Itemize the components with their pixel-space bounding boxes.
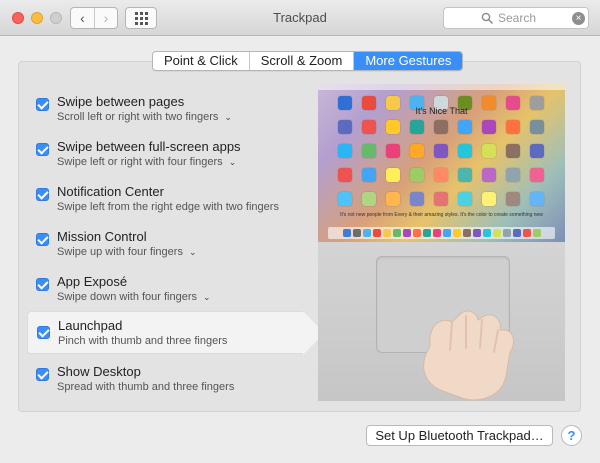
gesture-subtitle[interactable]: Swipe left or right with four fingers ⌄ (57, 156, 236, 168)
preview-screen-caption: It's not new people from Every & their a… (340, 212, 543, 218)
gesture-title: Swipe between full-screen apps (57, 139, 241, 154)
chevron-left-icon: ‹ (80, 10, 85, 26)
gesture-subtitle: Pinch with thumb and three fingers (58, 335, 228, 347)
gesture-subtitle[interactable]: Scroll left or right with two fingers ⌄ (57, 111, 232, 123)
gesture-notification-center[interactable]: Notification Center Swipe left from the … (27, 182, 303, 225)
set-up-bluetooth-trackpad-button[interactable]: Set Up Bluetooth Trackpad… (366, 425, 553, 446)
gesture-subtitle[interactable]: Swipe down with four fingers ⌄ (57, 291, 211, 303)
back-button[interactable]: ‹ (71, 8, 94, 28)
gesture-preview-video: It's Nice That It's not new people from … (318, 84, 565, 401)
clear-icon[interactable]: × (572, 12, 585, 25)
gesture-subtitle[interactable]: Swipe up with four fingers ⌄ (57, 246, 197, 258)
search-input[interactable]: Search × (443, 7, 589, 29)
preview-laptop-base (318, 242, 565, 401)
forward-button[interactable]: › (93, 8, 117, 28)
gesture-title: App Exposé (57, 274, 128, 289)
checkbox[interactable] (36, 278, 49, 291)
gesture-mission-control[interactable]: Mission Control Swipe up with four finge… (27, 227, 303, 270)
gesture-subtitle: Spread with thumb and three fingers (57, 381, 235, 393)
checkbox[interactable] (36, 368, 49, 381)
gesture-title: Notification Center (57, 184, 164, 199)
help-button[interactable]: ? (561, 425, 582, 446)
show-all-button[interactable] (125, 7, 157, 29)
search-placeholder: Search (498, 11, 537, 25)
show-all-grid-icon (134, 11, 148, 25)
preview-menu-bar (318, 84, 565, 90)
chevron-down-icon[interactable]: ⌄ (203, 292, 211, 303)
gesture-show-desktop[interactable]: Show Desktop Spread with thumb and three… (27, 362, 303, 405)
gesture-title: Show Desktop (57, 364, 141, 379)
gesture-title: Swipe between pages (57, 94, 185, 109)
trackpad-preferences-window: ‹ › Trackpad Search × Point & Click Scro… (0, 0, 600, 463)
gesture-swipe-between-pages[interactable]: Swipe between pages Scroll left or right… (27, 92, 303, 135)
checkbox[interactable] (37, 326, 50, 339)
search-icon (481, 12, 493, 24)
navigation-buttons: ‹ › (70, 7, 118, 29)
gesture-title: Mission Control (57, 229, 147, 244)
tab-scroll-and-zoom[interactable]: Scroll & Zoom (248, 52, 354, 70)
checkbox[interactable] (36, 143, 49, 156)
tab-bar: Point & Click Scroll & Zoom More Gesture… (152, 51, 464, 71)
preview-screen-title: It's Nice That (415, 106, 468, 116)
close-window-button[interactable] (12, 12, 24, 24)
preview-dock (328, 227, 555, 239)
fullscreen-window-button[interactable] (50, 12, 62, 24)
checkbox[interactable] (36, 233, 49, 246)
gesture-app-expose[interactable]: App Exposé Swipe down with four fingers ⌄ (27, 272, 303, 315)
checkbox[interactable] (36, 98, 49, 111)
gesture-launchpad[interactable]: Launchpad Pinch with thumb and three fin… (27, 311, 324, 355)
chevron-down-icon[interactable]: ⌄ (224, 112, 232, 123)
chevron-down-icon[interactable]: ⌄ (189, 247, 197, 258)
gesture-subtitle: Swipe left from the right edge with two … (57, 201, 279, 213)
minimize-window-button[interactable] (31, 12, 43, 24)
hand-icon (423, 310, 514, 401)
checkbox[interactable] (36, 188, 49, 201)
title-bar: ‹ › Trackpad Search × (0, 0, 600, 36)
gesture-swipe-between-full-screen-apps[interactable]: Swipe between full-screen apps Swipe lef… (27, 137, 303, 180)
tab-point-and-click[interactable]: Point & Click (153, 52, 249, 70)
tab-more-gestures[interactable]: More Gestures (353, 52, 463, 70)
chevron-down-icon[interactable]: ⌄ (229, 157, 237, 168)
gesture-title: Launchpad (58, 318, 123, 333)
preview-screen: It's Nice That It's not new people from … (318, 84, 565, 242)
chevron-right-icon: › (103, 10, 109, 26)
